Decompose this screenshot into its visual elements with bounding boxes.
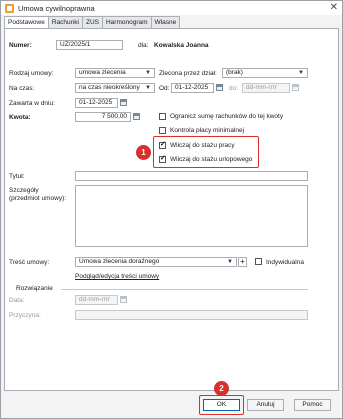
przyczyna-field[interactable] [75, 310, 308, 320]
podglad-link[interactable]: Podgląd/edycja treści umowy [75, 273, 159, 280]
do-label: do: [229, 85, 239, 92]
close-icon[interactable]: ✕ [330, 2, 338, 14]
help-button[interactable]: Pomoc [294, 399, 331, 411]
title-bar: Umowa cywilnoprawna ✕ [1, 1, 342, 15]
na-czas-label: Na czas: [9, 85, 35, 92]
tab-wlasne[interactable]: Własne [150, 16, 181, 28]
numer-field[interactable]: UZ/2025/1 [56, 40, 123, 50]
calendar-icon[interactable] [120, 99, 127, 106]
chevron-down-icon: ▼ [145, 85, 151, 91]
kontrola-label: Kontrola płacy minimalnej [170, 127, 245, 134]
app-icon [5, 3, 14, 13]
do-date-field[interactable]: dd-mm-rrrr [242, 83, 290, 93]
calendar-icon[interactable] [292, 84, 299, 91]
indywidualna-label: Indywidualna [266, 259, 304, 266]
chevron-down-icon: ▼ [298, 70, 304, 76]
chevron-down-icon: ▼ [227, 259, 233, 265]
zlecona-label: Zlecona przez dział: [159, 70, 217, 77]
rodzaj-umowy-label: Rodzaj umowy: [9, 70, 54, 77]
tab-rachunki[interactable]: Rachunki [47, 16, 83, 28]
od-date-field[interactable]: 01-12-2025 [171, 83, 214, 93]
tab-strip: Podstawowe Rachunki ZUS Harmonogram Włas… [4, 16, 181, 29]
tytul-label: Tytuł: [9, 173, 25, 180]
wlicz-pracy-checkbox[interactable] [159, 140, 166, 149]
data-label: Data: [9, 297, 25, 304]
dialog-window: Umowa cywilnoprawna ✕ Podstawowe Rachunk… [0, 0, 343, 419]
rozwiazanie-section-label: Rozwiązanie [16, 285, 53, 292]
tresc-umowy-value: Umowa zlecenia doraźnego [79, 258, 160, 265]
wlicz-urlop-label: Wliczaj do stażu urlopowego [170, 156, 253, 163]
window-title: Umowa cywilnoprawna [18, 3, 95, 13]
annotation-badge-1: 1 [136, 145, 151, 160]
szczegoly-textarea[interactable] [75, 185, 308, 247]
zawarta-label: Zawarta w dniu: [9, 100, 55, 107]
zlecona-dzial-value: (brak) [226, 69, 243, 76]
kwota-label: Kwota: [9, 114, 31, 121]
tresc-umowy-select[interactable]: Umowa zlecenia doraźnego ▼ [75, 257, 237, 267]
calendar-icon[interactable] [216, 84, 223, 91]
calendar-icon[interactable] [120, 296, 127, 303]
indywidualna-checkbox[interactable] [255, 258, 262, 265]
kontrola-checkbox[interactable] [159, 127, 166, 134]
od-label: Od: [159, 85, 170, 92]
na-czas-select[interactable]: na czas nieokreślony ▼ [75, 83, 155, 93]
ogranicz-checkbox[interactable] [159, 113, 166, 120]
rodzaj-umowy-value: umowa zlecenia [79, 69, 126, 76]
employee-name: Kowalska Joanna [154, 42, 209, 49]
ok-button[interactable]: OK [203, 399, 240, 411]
kwota-field[interactable]: 7 500,00 [75, 112, 131, 122]
wlicz-urlop-checkbox[interactable] [159, 154, 166, 163]
na-czas-value: na czas nieokreślony [79, 84, 140, 91]
add-tresc-button[interactable]: + [238, 257, 247, 267]
section-divider [61, 289, 308, 290]
data-rozwiazania-field[interactable]: dd-mm-rrrr [75, 295, 118, 305]
ogranicz-label: Ogranicz sumę rachunków do tej kwoty [170, 113, 284, 120]
szczegoly-sublabel: (przedmiot umowy): [9, 195, 67, 202]
tab-harmonogram[interactable]: Harmonogram [101, 16, 152, 28]
zlecona-dzial-select[interactable]: (brak) ▼ [222, 68, 308, 78]
chevron-down-icon: ▼ [145, 70, 151, 76]
calculator-icon[interactable] [133, 113, 140, 120]
cancel-button[interactable]: Anuluj [247, 399, 284, 411]
tab-zus[interactable]: ZUS [81, 16, 103, 28]
zawarta-date-field[interactable]: 01-12-2025 [75, 98, 118, 108]
szczegoly-label: Szczegóły [9, 187, 39, 194]
tresc-label: Treść umowy: [9, 259, 50, 266]
tab-panel-podstawowe: Numer: UZ/2025/1 dla: Kowalska Joanna Ro… [4, 28, 339, 391]
annotation-badge-2: 2 [214, 381, 229, 396]
numer-label: Numer: [9, 42, 32, 49]
dla-label: dla: [138, 42, 149, 49]
tytul-field[interactable] [75, 171, 308, 181]
rodzaj-umowy-select[interactable]: umowa zlecenia ▼ [75, 68, 155, 78]
wlicz-pracy-label: Wliczaj do stażu pracy [170, 142, 235, 149]
przyczyna-label: Przyczyna: [9, 312, 41, 319]
highlight-box-1 [153, 136, 259, 168]
